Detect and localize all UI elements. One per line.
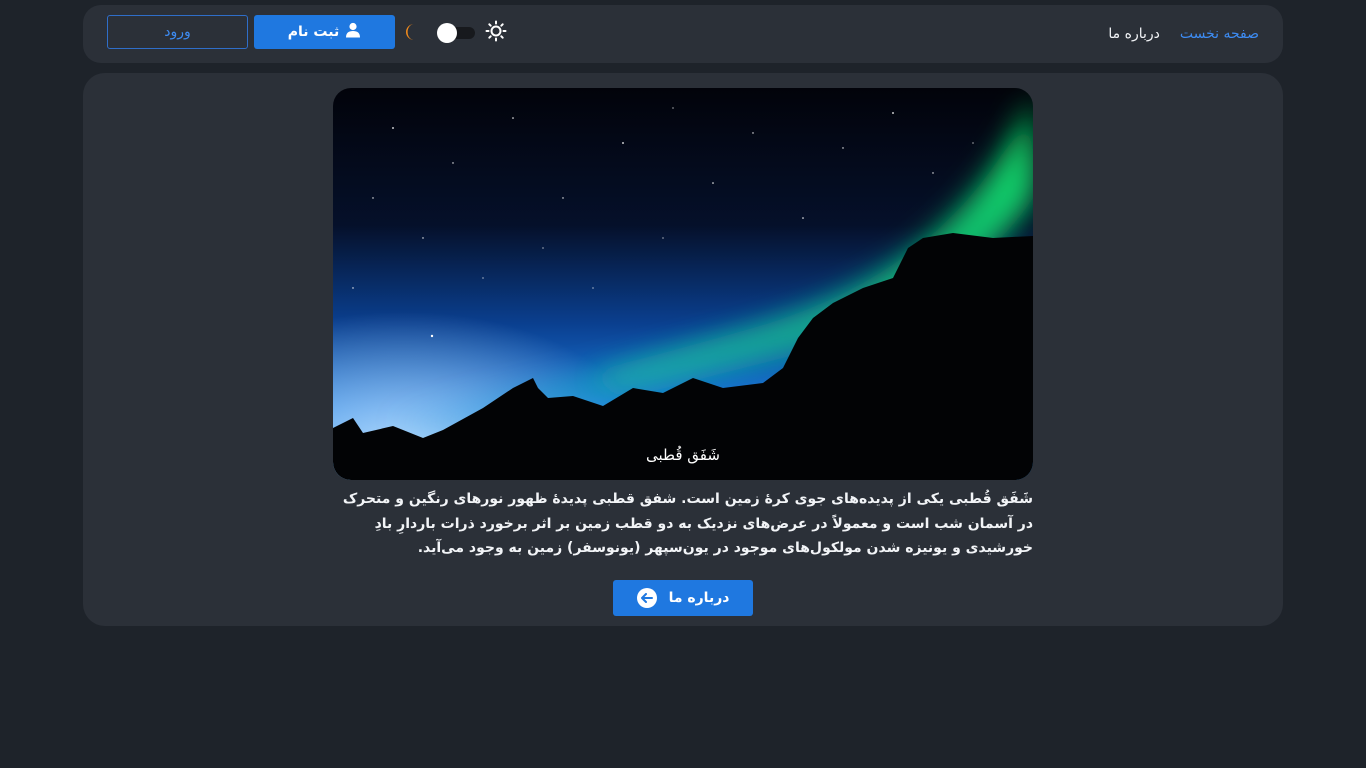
about-button-label: درباره ما (668, 590, 730, 606)
main-card: شَفَق قُطبی شَفَق قُطبی یکی از پدیده‌های… (83, 73, 1283, 626)
about-button[interactable]: درباره ما (613, 580, 753, 616)
nav-links: صفحه نخست درباره ما (1108, 5, 1259, 63)
signup-button[interactable]: ثبت نام (254, 15, 395, 49)
sun-icon (485, 20, 507, 42)
nav-link-about[interactable]: درباره ما (1108, 26, 1159, 42)
aurora-photo (333, 88, 1033, 480)
hero-caption: شَفَق قُطبی (646, 446, 720, 464)
theme-switch (405, 15, 515, 49)
hero-image: شَفَق قُطبی (333, 88, 1033, 480)
theme-toggle[interactable] (437, 23, 475, 43)
login-button-label: ورود (164, 24, 191, 40)
login-button[interactable]: ورود (107, 15, 248, 49)
user-icon (345, 22, 361, 42)
arrow-circle-icon (636, 588, 657, 608)
nav-link-home[interactable]: صفحه نخست (1180, 26, 1259, 42)
signup-button-label: ثبت نام (287, 24, 340, 40)
nav-actions: ورود ثبت نام (107, 15, 515, 49)
theme-toggle-knob (437, 23, 457, 43)
moon-icon (405, 23, 421, 41)
navbar: صفحه نخست درباره ما ورود ثبت نام (83, 5, 1283, 63)
description-text: شَفَق قُطبی یکی از پدیده‌های جوی کرهٔ زم… (342, 491, 1033, 556)
